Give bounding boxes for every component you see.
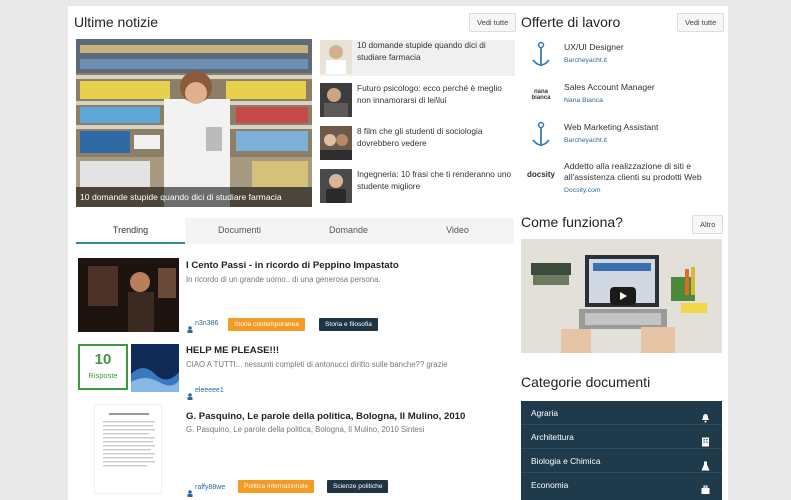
job-title[interactable]: Addetto alla realizzazione di siti e all…: [564, 161, 724, 183]
news-item-title: Ingegneria: 10 frasi che ti renderanno u…: [357, 169, 512, 191]
categories-list: Agraria Architettura Biologia e Chimica …: [521, 401, 722, 500]
jobs-section-title: Offerte di lavoro: [521, 14, 621, 30]
category-item[interactable]: Agraria: [521, 401, 722, 425]
user-icon: [187, 320, 193, 333]
tag-badge[interactable]: Storia e filosofia: [319, 318, 378, 331]
answers-count-box: 10 Risposte: [78, 344, 128, 390]
feed-item-description: In ricordo di un grande uomo.. di una ge…: [186, 275, 381, 284]
news-hero-image[interactable]: 10 domande stupide quando dici di studia…: [76, 39, 312, 207]
news-thumbnail: [320, 169, 352, 203]
category-item[interactable]: Biologia e Chimica: [521, 449, 722, 473]
news-thumbnail: [320, 40, 352, 74]
news-item-title: 10 domande stupide quando dici di studia…: [357, 40, 486, 62]
category-label: Biologia e Chimica: [531, 456, 601, 466]
video-thumbnail: [78, 258, 179, 332]
anchor-logo-icon: [526, 120, 556, 150]
job-item[interactable]: docsity Addetto alla realizzazione di si…: [520, 159, 730, 203]
tab-video[interactable]: Video: [403, 218, 512, 244]
news-thumbnail: [320, 126, 352, 160]
feed-item-title[interactable]: I Cento Passi - in ricordo di Peppino Im…: [186, 260, 399, 271]
anchor-logo-icon: [526, 40, 556, 70]
category-label: Economia: [531, 480, 569, 490]
job-title[interactable]: Web Marketing Assistant: [564, 122, 724, 133]
play-button[interactable]: [610, 287, 636, 305]
feed-item[interactable]: 10 Risposte HELP ME PLEASE!!! CIAO A TUT…: [78, 343, 514, 401]
news-item-title: Futuro psicologo: ecco perché è meglio n…: [357, 83, 502, 105]
news-item[interactable]: Ingegneria: 10 frasi che ti renderanno u…: [320, 169, 515, 205]
jobs-see-all-button[interactable]: Vedi tutte: [677, 13, 725, 32]
feed-item-description: CIAO A TUTTI... nessunti completi di ant…: [186, 360, 448, 369]
news-see-all-button[interactable]: Vedi tutte: [469, 13, 517, 32]
flask-icon: [701, 456, 710, 471]
user-icon: [187, 387, 193, 400]
job-company: Nana Bianca: [564, 97, 603, 104]
feed-item[interactable]: I Cento Passi - in ricordo di Peppino Im…: [78, 258, 514, 338]
job-item[interactable]: UX/UI Designer Barcheyacht.it: [520, 40, 730, 80]
feed-item[interactable]: G. Pasquino, Le parole della politica, B…: [78, 402, 514, 500]
feed-item-description: G. Pasquino, Le parole della politica, B…: [186, 425, 425, 434]
categories-section-title: Categorie documenti: [521, 374, 651, 390]
main-page: Ultime notizie Vedi tutte 10 domande stu…: [68, 6, 728, 500]
feed-item-title[interactable]: G. Pasquino, Le parole della politica, B…: [186, 411, 465, 422]
news-item[interactable]: 8 film che gli studenti di sociologia do…: [320, 126, 515, 162]
feed-item-user[interactable]: n3n386: [195, 320, 218, 327]
news-section-title: Ultime notizie: [74, 14, 159, 30]
question-image: [131, 344, 179, 392]
answers-label: Risposte: [88, 371, 118, 380]
job-company: Barcheyacht.it: [564, 57, 608, 64]
tag-badge[interactable]: Storia contemporanea: [228, 318, 305, 331]
news-hero-caption: 10 domande stupide quando dici di studia…: [76, 187, 312, 207]
user-icon: [187, 484, 193, 497]
job-company: Barcheyacht.it: [564, 137, 608, 144]
how-section-title: Come funziona?: [521, 214, 623, 230]
job-item[interactable]: nana bianca Sales Account Manager Nana B…: [520, 80, 730, 120]
tag-badge[interactable]: Scienze politiche: [327, 480, 389, 493]
feed-item-title[interactable]: HELP ME PLEASE!!!: [186, 345, 279, 356]
feed-item-user[interactable]: eleeeee1: [195, 387, 224, 394]
how-other-button[interactable]: Altro: [692, 215, 724, 234]
pharmacy-photo: [76, 39, 312, 207]
category-label: Agraria: [531, 408, 558, 418]
tab-documenti[interactable]: Documenti: [185, 218, 294, 244]
job-title[interactable]: Sales Account Manager: [564, 82, 724, 93]
job-title[interactable]: UX/UI Designer: [564, 42, 724, 53]
feed-item-user[interactable]: raffy88we: [195, 484, 225, 491]
briefcase-icon: [701, 480, 710, 494]
job-company: Docsity.com: [564, 187, 601, 194]
news-item[interactable]: 10 domande stupide quando dici di studia…: [320, 40, 515, 76]
news-thumbnail: [320, 83, 352, 117]
category-item[interactable]: Economia: [521, 473, 722, 497]
tag-badge[interactable]: Politica internazionale: [238, 480, 315, 493]
play-icon: [620, 292, 627, 300]
nana-bianca-logo-icon: nana bianca: [531, 89, 551, 101]
building-icon: [701, 432, 710, 447]
answers-count: 10: [94, 351, 112, 368]
feed-tabs: Trending Documenti Domande Video: [76, 218, 514, 244]
job-item[interactable]: Web Marketing Assistant Barcheyacht.it: [520, 120, 730, 160]
category-label: Architettura: [531, 432, 574, 442]
category-item[interactable]: Architettura: [521, 425, 722, 449]
how-it-works-video[interactable]: [521, 239, 722, 353]
document-preview: [94, 404, 162, 494]
tab-trending[interactable]: Trending: [76, 218, 185, 244]
news-item-title: 8 film che gli studenti di sociologia do…: [357, 126, 483, 148]
docsity-logo-icon: docsity: [526, 170, 555, 179]
tab-domande[interactable]: Domande: [294, 218, 403, 244]
news-item[interactable]: Futuro psicologo: ecco perché è meglio n…: [320, 83, 515, 119]
bell-icon: [701, 408, 710, 423]
